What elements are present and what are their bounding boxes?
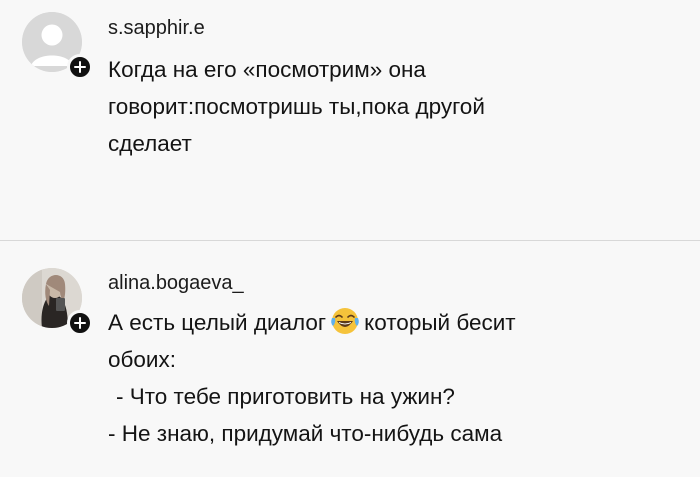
comment: alina.bogaeva_ А есть целый диалог котор… — [0, 241, 700, 477]
add-follow-icon[interactable] — [67, 54, 93, 80]
comment-text: А есть целый диалог который бесит обоих:… — [108, 304, 516, 452]
comment-line: Когда на его «посмотрим» она — [108, 57, 426, 82]
comment-line: обоих: — [108, 347, 176, 372]
avatar-container[interactable] — [22, 268, 93, 336]
comment-text: Когда на его «посмотрим» она говорит:пос… — [108, 51, 485, 162]
comment: s.sapphir.e Когда на его «посмотрим» она… — [0, 0, 700, 240]
comments-page: s.sapphir.e Когда на его «посмотрим» она… — [0, 0, 700, 477]
username-text: alina.bogaeva_ — [108, 272, 244, 294]
avatar-container[interactable] — [22, 12, 93, 80]
add-follow-icon[interactable] — [67, 310, 93, 336]
comment-username[interactable]: alina.bogaeva_ — [108, 271, 244, 295]
comment-line: говорит:посмотришь ты,пока другой — [108, 94, 485, 119]
comment-line-part: который бесит — [364, 310, 516, 335]
comment-line: - Что тебе приготовить на ужин? — [116, 384, 455, 409]
face-with-tears-of-joy-icon — [330, 306, 360, 336]
comment-username[interactable]: s.sapphir.e — [108, 16, 205, 40]
comment-line: - Не знаю, придумай что-нибудь сама — [108, 421, 503, 446]
comment-line-part: А есть целый диалог — [108, 310, 327, 335]
comment-line: сделает — [108, 131, 192, 156]
comment-line: А есть целый диалог который бесит — [108, 304, 516, 341]
